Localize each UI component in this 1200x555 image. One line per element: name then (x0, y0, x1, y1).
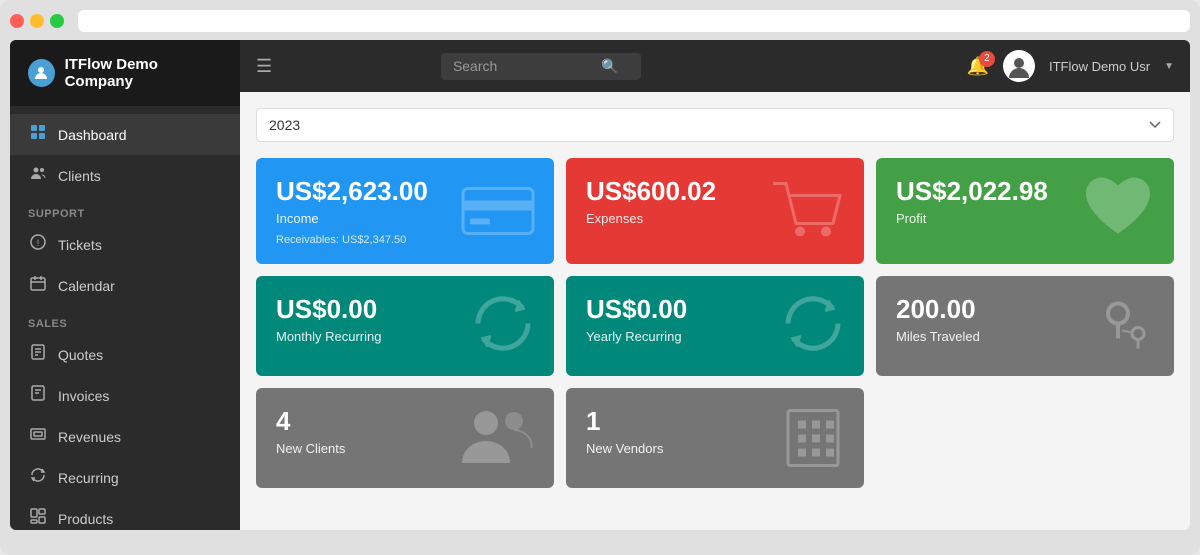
new-vendors-value: 1 (586, 406, 844, 437)
year-selector-wrap: 2023 2022 2021 2020 (256, 108, 1174, 142)
sidebar-item-calendar[interactable]: Calendar (10, 265, 240, 306)
income-value: US$2,623.00 (276, 176, 534, 207)
close-button[interactable] (10, 14, 24, 28)
income-label: Income (276, 211, 534, 226)
brand-name: ITFlow Demo Company (65, 56, 222, 90)
sidebar-item-invoices[interactable]: Invoices (10, 375, 240, 416)
new-clients-value: 4 (276, 406, 534, 437)
app-container: ITFlow Demo Company Dashboard (10, 40, 1190, 530)
profit-value: US$2,022.98 (896, 176, 1154, 207)
topnav: ☰ 🔍 🔔 2 (240, 40, 1190, 92)
username-label[interactable]: ITFlow Demo Usr (1049, 59, 1150, 74)
expenses-value: US$600.02 (586, 176, 844, 207)
support-section-label: SUPPORT (10, 196, 240, 224)
yearly-recurring-label: Yearly Recurring (586, 329, 844, 344)
topnav-right: 🔔 2 ITFlow Demo Usr ▼ (967, 50, 1174, 82)
sidebar-item-label: Tickets (58, 237, 102, 253)
search-icon: 🔍 (601, 58, 618, 75)
sidebar-item-label: Dashboard (58, 127, 127, 143)
calendar-icon (28, 275, 48, 296)
products-icon (28, 508, 48, 529)
year-selector[interactable]: 2023 2022 2021 2020 (256, 108, 1174, 142)
dashboard-grid: US$2,623.00 Income Receivables: US$2,347… (256, 158, 1174, 488)
expenses-label: Expenses (586, 211, 844, 226)
notification-bell[interactable]: 🔔 2 (967, 56, 989, 77)
user-dropdown-caret[interactable]: ▼ (1164, 61, 1174, 72)
sidebar-item-label: Clients (58, 168, 101, 184)
browser-window: ITFlow Demo Company Dashboard (0, 0, 1200, 555)
expenses-card: US$600.02 Expenses (566, 158, 864, 264)
search-bar[interactable]: 🔍 (441, 53, 641, 80)
sidebar-item-clients[interactable]: Clients (10, 155, 240, 196)
sidebar-item-quotes[interactable]: Quotes (10, 334, 240, 375)
sidebar-item-revenues[interactable]: Revenues (10, 416, 240, 457)
invoices-icon (28, 385, 48, 406)
miles-traveled-card: 200.00 Miles Traveled (876, 276, 1174, 376)
main-area: ☰ 🔍 🔔 2 (240, 40, 1190, 530)
clients-icon (28, 165, 48, 186)
browser-titlebar (10, 10, 1190, 32)
sidebar-item-label: Products (58, 511, 113, 527)
monthly-recurring-value: US$0.00 (276, 294, 534, 325)
monthly-recurring-card: US$0.00 Monthly Recurring (256, 276, 554, 376)
miles-traveled-label: Miles Traveled (896, 329, 1154, 344)
svg-text:!: ! (37, 238, 40, 248)
sidebar-brand: ITFlow Demo Company (10, 40, 240, 106)
brand-icon (28, 59, 55, 87)
yearly-recurring-card: US$0.00 Yearly Recurring (566, 276, 864, 376)
new-clients-card: 4 New Clients (256, 388, 554, 488)
sidebar-item-label: Invoices (58, 388, 109, 404)
sales-section-label: SALES (10, 306, 240, 334)
hamburger-menu[interactable]: ☰ (256, 56, 272, 77)
quotes-icon (28, 344, 48, 365)
revenues-icon (28, 426, 48, 447)
sidebar-item-recurring[interactable]: Recurring (10, 457, 240, 498)
sidebar-item-label: Calendar (58, 278, 115, 294)
sidebar-item-label: Revenues (58, 429, 121, 445)
new-vendors-card: 1 New Vendors (566, 388, 864, 488)
profit-label: Profit (896, 211, 1154, 226)
income-card: US$2,623.00 Income Receivables: US$2,347… (256, 158, 554, 264)
sidebar-item-dashboard[interactable]: Dashboard (10, 114, 240, 155)
new-vendors-label: New Vendors (586, 441, 844, 456)
income-sub: Receivables: US$2,347.50 (276, 234, 534, 246)
sidebar-item-label: Recurring (58, 470, 119, 486)
maximize-button[interactable] (50, 14, 64, 28)
dashboard-icon (28, 124, 48, 145)
dashboard-content: 2023 2022 2021 2020 US$2,623.00 Income R… (240, 92, 1190, 530)
search-input[interactable] (453, 58, 593, 74)
profit-card: US$2,022.98 Profit (876, 158, 1174, 264)
recurring-icon (28, 467, 48, 488)
minimize-button[interactable] (30, 14, 44, 28)
notification-badge: 2 (979, 51, 995, 67)
sidebar-item-tickets[interactable]: ! Tickets (10, 224, 240, 265)
miles-traveled-value: 200.00 (896, 294, 1154, 325)
yearly-recurring-value: US$0.00 (586, 294, 844, 325)
address-bar[interactable] (78, 10, 1190, 32)
sidebar-navigation: Dashboard Clients SUPPORT (10, 106, 240, 530)
tickets-icon: ! (28, 234, 48, 255)
user-avatar (1003, 50, 1035, 82)
new-clients-label: New Clients (276, 441, 534, 456)
sidebar: ITFlow Demo Company Dashboard (10, 40, 240, 530)
monthly-recurring-label: Monthly Recurring (276, 329, 534, 344)
sidebar-item-products[interactable]: Products (10, 498, 240, 530)
sidebar-item-label: Quotes (58, 347, 103, 363)
